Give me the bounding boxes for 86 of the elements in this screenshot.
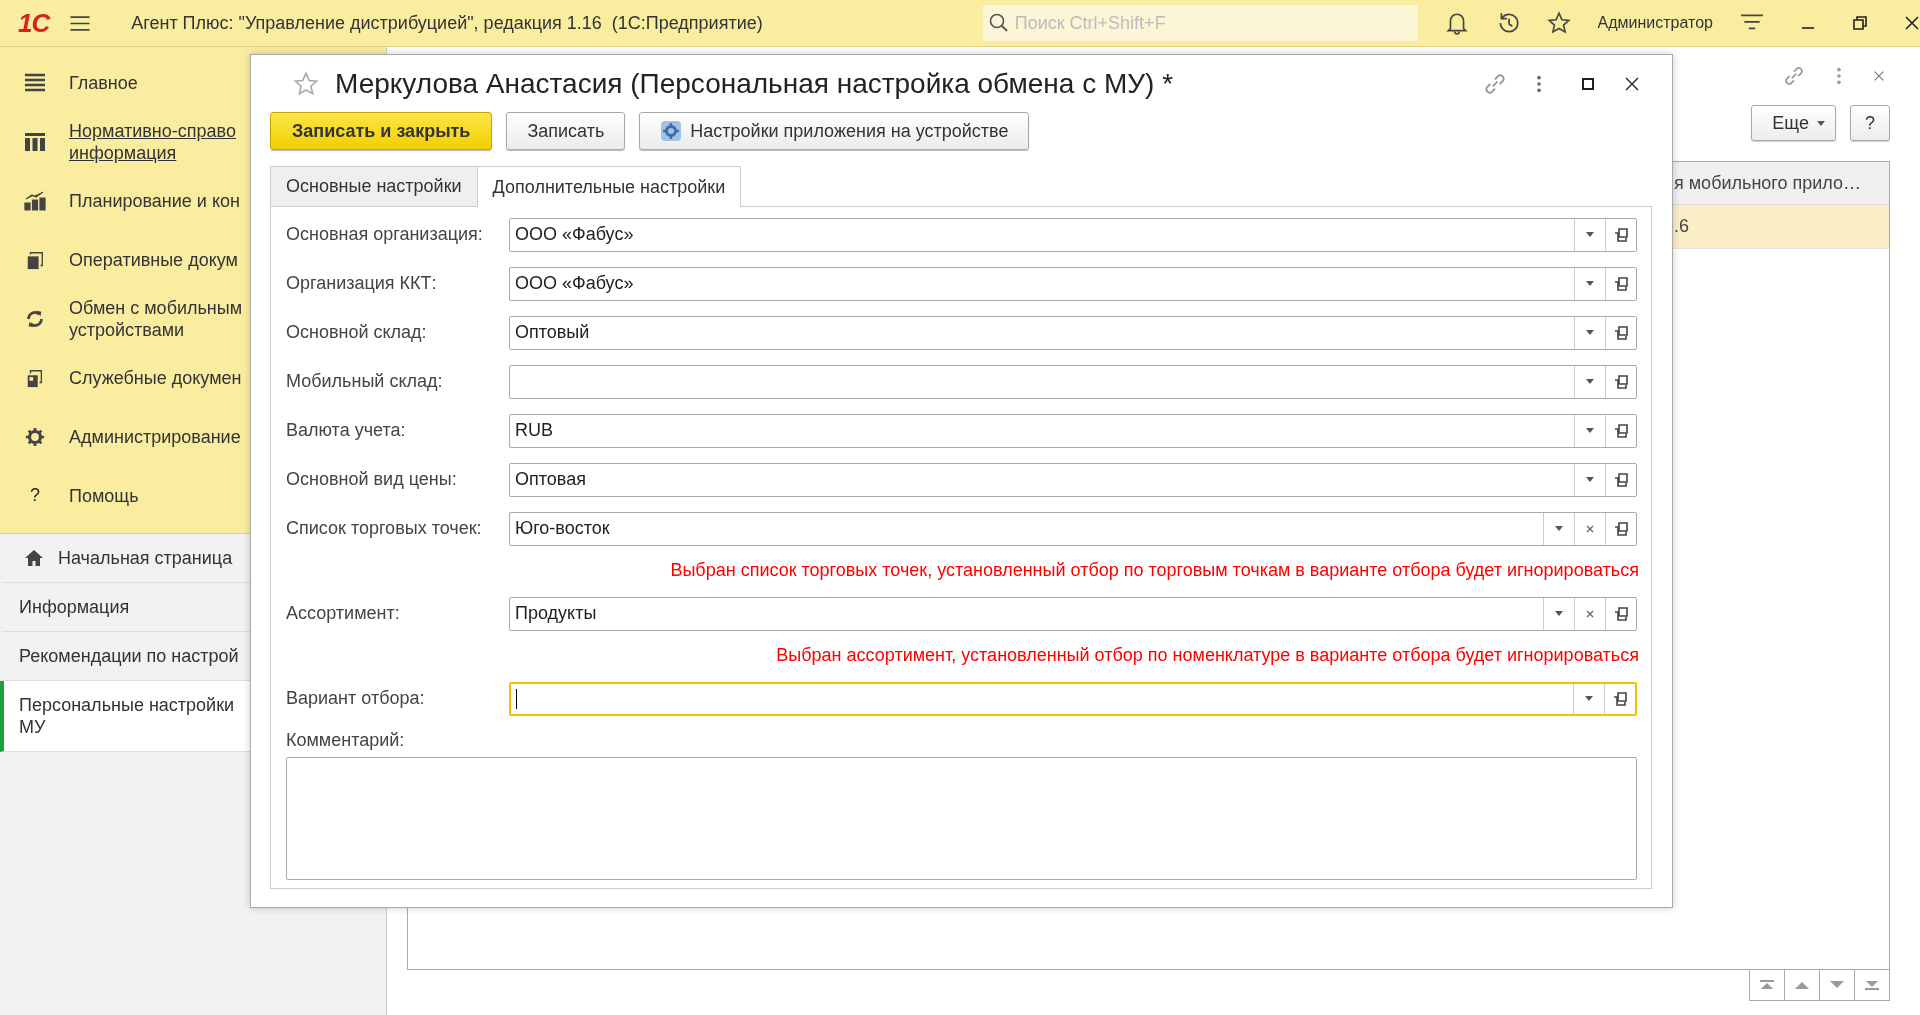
open-icon[interactable] — [1614, 325, 1628, 340]
clear-icon[interactable] — [1585, 608, 1595, 619]
list-icon — [24, 72, 46, 93]
link-icon[interactable] — [1782, 64, 1806, 88]
dropdown-icon[interactable] — [1586, 330, 1594, 335]
menu-icon[interactable] — [69, 14, 92, 32]
field-label: Основной склад: — [286, 322, 428, 343]
open-icon[interactable] — [1614, 472, 1628, 487]
section-label: Главное — [69, 71, 138, 94]
help-icon: ? — [30, 485, 40, 506]
close-icon[interactable] — [1904, 15, 1920, 31]
dropdown-icon[interactable] — [1586, 232, 1594, 237]
field-label: Мобильный склад: — [286, 371, 444, 392]
tab[interactable]: Дополнительные настройки — [476, 166, 742, 207]
bell-icon[interactable] — [1444, 11, 1469, 35]
app-logo: 1С — [18, 7, 50, 39]
warning-message: Выбран список торговых точек, установленный отбор по торговым точкам в варианте отбора будет игнорироваться — [669, 559, 1639, 582]
maximize-icon[interactable] — [1580, 75, 1596, 92]
section-label: Помощь — [69, 484, 139, 507]
caret-icon — [1817, 120, 1825, 126]
close-icon[interactable] — [1624, 75, 1640, 92]
dropdown-icon[interactable] — [1555, 611, 1563, 616]
comment-field[interactable] — [286, 757, 1637, 880]
dropdown-icon[interactable] — [1586, 428, 1594, 433]
home-icon — [24, 549, 44, 567]
more-icon[interactable] — [1536, 73, 1542, 94]
arrow-to-bottom-icon — [1864, 980, 1880, 990]
dropdown-icon[interactable] — [1585, 696, 1593, 701]
star-icon[interactable] — [293, 70, 319, 97]
section-label: Администрирование — [69, 425, 241, 448]
input-field[interactable]: Продукты — [509, 596, 1637, 631]
field-label: Основная организация: — [286, 224, 484, 245]
triangle-down-icon — [1829, 980, 1845, 990]
user-name[interactable]: Администратор — [1597, 14, 1713, 32]
section-label: Нормативно-справо информация — [69, 119, 236, 164]
field-label: Основной вид цены: — [286, 469, 458, 490]
gear-icon — [660, 120, 683, 142]
input-field[interactable]: Юго-восток — [509, 511, 1637, 546]
column-header[interactable]: я мобильного прило… — [1674, 172, 1862, 194]
dropdown-icon[interactable] — [1555, 526, 1563, 531]
triangle-up-icon — [1794, 980, 1810, 990]
input-field[interactable] — [509, 681, 1637, 716]
arrow-to-top-icon — [1759, 980, 1775, 990]
open-icon[interactable] — [1614, 423, 1628, 438]
restore-icon[interactable] — [1852, 15, 1868, 31]
bar-chart-icon — [24, 190, 46, 211]
dropdown-icon[interactable] — [1586, 281, 1594, 286]
input-field[interactable]: Оптовая — [509, 462, 1637, 497]
input-field[interactable]: Оптовый — [509, 315, 1637, 350]
save-button[interactable]: Записать — [506, 112, 626, 150]
more-menu-button[interactable]: Еще — [1751, 105, 1836, 141]
dropdown-icon[interactable] — [1586, 477, 1594, 482]
save-and-close-button[interactable]: Записать и закрыть — [270, 112, 493, 150]
app-settings-button[interactable]: Настройки приложения на устройстве — [639, 112, 1030, 150]
scroll-top-button[interactable] — [1749, 970, 1785, 1001]
window-title: Агент Плюс: "Управление дистрибуцией", редакция 1.16 (1С:Предприятие) — [131, 12, 763, 34]
star-icon[interactable] — [1546, 11, 1571, 35]
refresh-icon — [24, 308, 46, 329]
section-label: Планирование и кон — [69, 189, 240, 212]
scroll-bottom-button[interactable] — [1854, 970, 1890, 1001]
field-label: Валюта учета: — [286, 420, 407, 441]
open-icon[interactable] — [1614, 276, 1628, 291]
input-field[interactable]: ООО «Фабус» — [509, 266, 1637, 301]
section-label: Оперативные докум — [69, 248, 238, 271]
open-icon[interactable] — [1614, 606, 1628, 621]
search-field[interactable]: Поиск Ctrl+Shift+F — [982, 5, 1418, 41]
settings-icon — [24, 426, 46, 447]
section-label: Обмен с мобильным устройствами — [69, 296, 243, 341]
open-icon[interactable] — [1614, 227, 1628, 242]
help-button[interactable]: ? — [1850, 105, 1890, 141]
warning-message: Выбран ассортимент, установленный отбор по номенклатуре в варианте отбора будет игнорироваться — [775, 644, 1639, 667]
input-field[interactable]: ООО «Фабус» — [509, 217, 1637, 252]
open-icon[interactable] — [1613, 691, 1627, 706]
open-icon[interactable] — [1614, 374, 1628, 389]
more-icon[interactable] — [1836, 66, 1842, 86]
dialog-title: Меркулова Анастасия (Персональная настройка обмена с МУ) * — [335, 67, 1175, 100]
tab[interactable]: Основные настройки — [270, 166, 478, 206]
section-label: Служебные докумен — [69, 366, 242, 389]
field-label: Организация ККТ: — [286, 273, 438, 294]
search-icon — [988, 13, 1009, 33]
open-icon[interactable] — [1614, 521, 1628, 536]
dropdown-icon[interactable] — [1586, 379, 1594, 384]
input-field[interactable]: RUB — [509, 413, 1637, 448]
input-field[interactable] — [509, 364, 1637, 399]
clear-icon[interactable] — [1585, 523, 1595, 534]
columns-icon — [24, 131, 46, 152]
